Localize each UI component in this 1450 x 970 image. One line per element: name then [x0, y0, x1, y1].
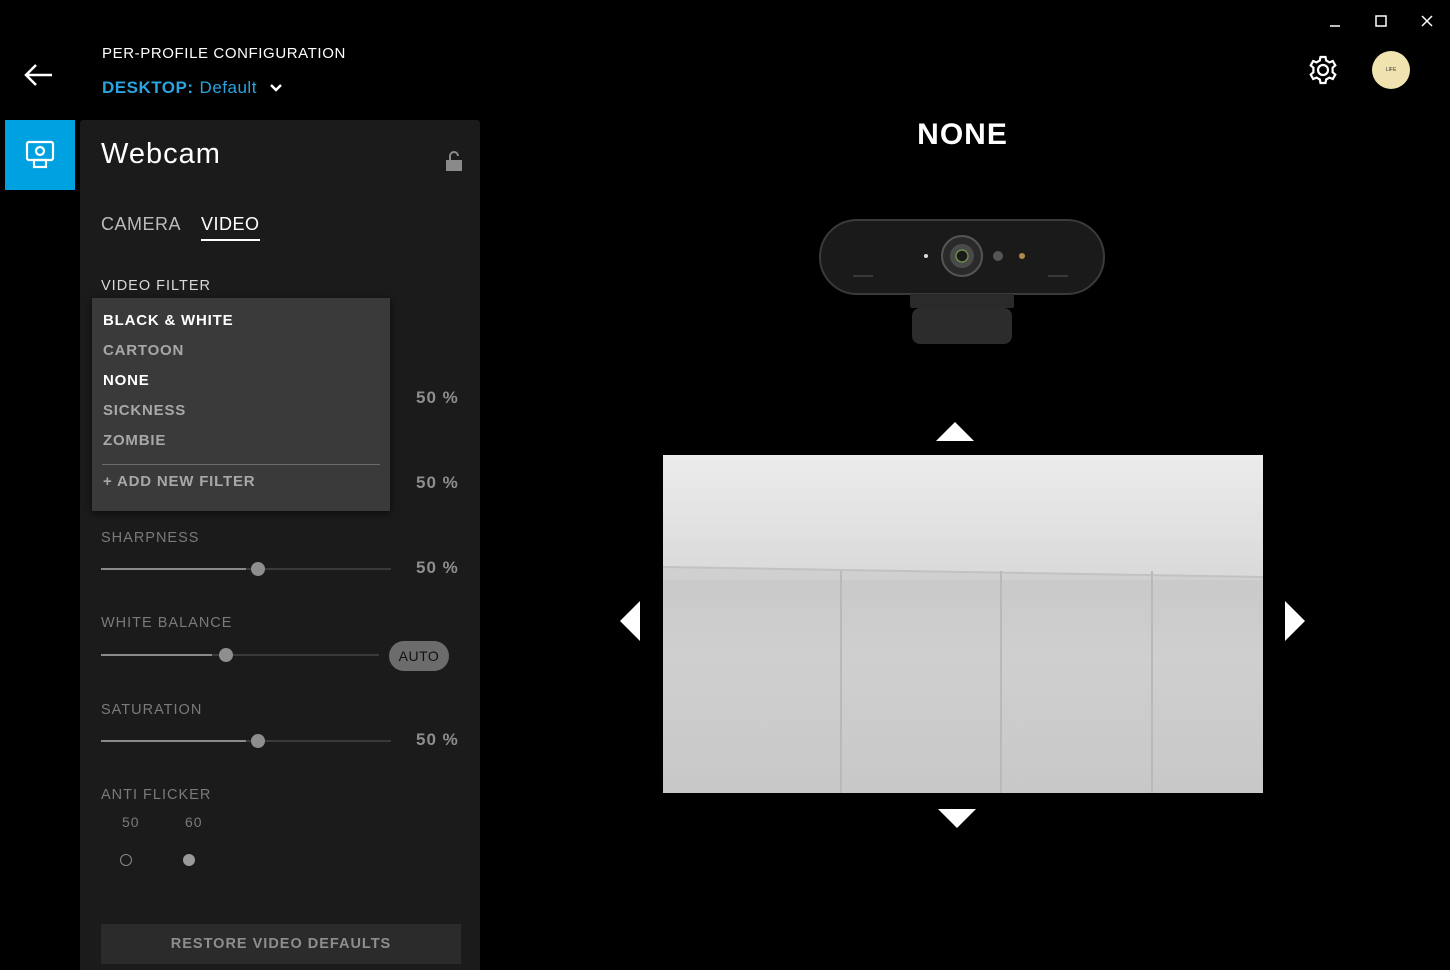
feed-panel-seam — [1151, 571, 1153, 793]
feed-ceiling-edge — [663, 566, 1263, 580]
profile-name: Default — [199, 78, 257, 97]
close-button[interactable] — [1404, 10, 1450, 32]
slider-thumb[interactable] — [250, 734, 265, 748]
triangle-left-icon — [620, 601, 640, 641]
slider-thumb[interactable] — [250, 562, 265, 576]
saturation-slider[interactable] — [101, 731, 391, 751]
minimize-icon — [1330, 25, 1340, 27]
triangle-right-icon — [1285, 601, 1305, 641]
maximize-icon — [1375, 15, 1387, 27]
dropdown-divider — [102, 464, 380, 465]
current-filter-title: NONE — [917, 118, 1008, 151]
filter-option-zombie[interactable]: ZOMBIE — [103, 432, 166, 449]
video-filter-dropdown: BLACK & WHITE CARTOON NONE SICKNESS ZOMB… — [92, 298, 390, 511]
pan-down-button[interactable] — [937, 808, 977, 835]
filter-option-none[interactable]: NONE — [103, 372, 150, 389]
profile-selector[interactable]: DESKTOP: Default — [102, 78, 283, 98]
webcam-device-image — [819, 219, 1105, 344]
tab-camera[interactable]: CAMERA — [101, 214, 181, 241]
feed-panel-seam — [840, 571, 842, 793]
window-controls — [1312, 10, 1450, 32]
pan-up-button[interactable] — [935, 420, 975, 447]
unlock-icon — [446, 151, 462, 171]
white-balance-slider[interactable] — [101, 645, 379, 665]
panel-title: Webcam — [101, 138, 221, 170]
sharpness-slider[interactable] — [101, 559, 391, 579]
camera-preview — [663, 455, 1263, 793]
pan-left-button[interactable] — [619, 600, 641, 647]
chevron-down-icon — [270, 84, 282, 92]
add-new-filter-button[interactable]: + ADD NEW FILTER — [103, 473, 255, 490]
filter-option-black-white[interactable]: BLACK & WHITE — [103, 312, 233, 329]
white-balance-auto-toggle[interactable]: AUTO — [389, 641, 449, 671]
triangle-up-icon — [936, 422, 974, 441]
lock-button[interactable] — [444, 150, 464, 172]
anti-flicker-label: ANTI FLICKER — [101, 787, 212, 803]
minimize-button[interactable] — [1312, 10, 1358, 32]
slider-value-1: 50 % — [416, 388, 459, 407]
panel-tabs: CAMERA VIDEO — [101, 214, 260, 241]
saturation-value: 50 % — [416, 730, 459, 749]
filter-option-sickness[interactable]: SICKNESS — [103, 402, 186, 419]
triangle-down-icon — [938, 809, 976, 828]
anti-flicker-60-radio[interactable] — [183, 854, 195, 866]
filter-option-cartoon[interactable]: CARTOON — [103, 342, 184, 359]
back-button[interactable] — [22, 60, 56, 90]
maximize-button[interactable] — [1358, 10, 1404, 32]
pan-right-button[interactable] — [1284, 600, 1306, 647]
tab-video[interactable]: VIDEO — [201, 214, 260, 241]
webcam-icon — [25, 140, 55, 169]
page-heading: PER-PROFILE CONFIGURATION — [102, 45, 346, 62]
anti-flicker-50-radio[interactable] — [120, 854, 132, 866]
feed-panel-seam — [1000, 571, 1002, 793]
profile-scope: DESKTOP: — [102, 78, 194, 97]
sharpness-label: SHARPNESS — [101, 530, 200, 546]
close-icon — [1421, 15, 1433, 27]
arrow-left-icon — [24, 64, 52, 86]
gear-icon — [1309, 55, 1337, 85]
restore-video-defaults-button[interactable]: RESTORE VIDEO DEFAULTS — [101, 924, 461, 964]
sidebar-item-webcam[interactable] — [5, 120, 75, 190]
webcam-settings-panel: Webcam CAMERA VIDEO VIDEO FILTER 50 % 50… — [80, 120, 480, 970]
saturation-label: SATURATION — [101, 702, 203, 718]
settings-button[interactable] — [1305, 52, 1341, 88]
sharpness-value: 50 % — [416, 558, 459, 577]
slider-value-2: 50 % — [416, 473, 459, 492]
avatar-text: LIFE — [1385, 67, 1397, 73]
video-filter-label: VIDEO FILTER — [101, 278, 212, 294]
anti-flicker-50-label: 50 — [122, 814, 140, 830]
slider-thumb[interactable] — [219, 648, 234, 662]
white-balance-label: WHITE BALANCE — [101, 615, 233, 631]
anti-flicker-60-label: 60 — [185, 814, 203, 830]
avatar[interactable]: LIFE — [1372, 51, 1410, 89]
